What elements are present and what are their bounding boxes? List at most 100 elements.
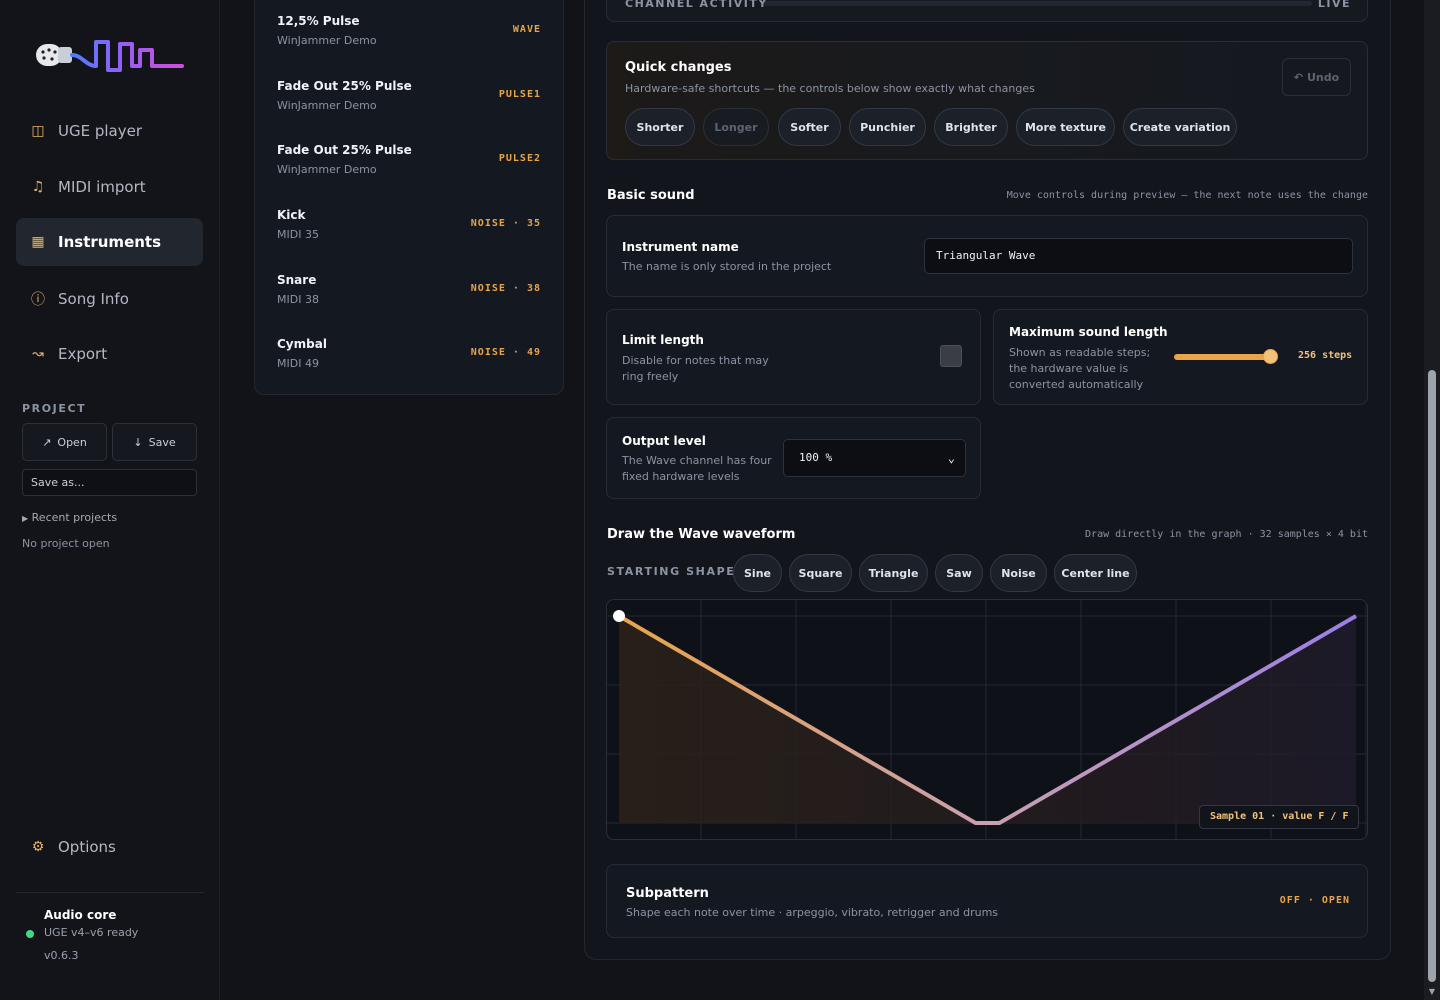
undo-button[interactable]: ↶ Undo <box>1282 58 1351 96</box>
gear-icon: ⚙ <box>31 839 45 855</box>
quick-changes: Quick changes Hardware-safe shortcuts — … <box>606 41 1368 160</box>
instrument-name-desc: The name is only stored in the project <box>622 260 832 273</box>
list-item[interactable]: Kick MIDI 35 NOISE · 35 <box>277 208 541 258</box>
brighter-button[interactable]: Brighter <box>934 108 1008 146</box>
subpattern-title: Subpattern <box>626 886 709 901</box>
longer-button[interactable]: Longer <box>703 108 769 146</box>
grid-icon: ▦ <box>31 234 45 250</box>
max-length-slider-track[interactable] <box>1174 354 1270 360</box>
nav-label: UGE player <box>58 122 143 140</box>
list-item[interactable]: Fade Out 25% Pulse WinJammer Demo PULSE1 <box>277 79 541 129</box>
instrument-source: WinJammer Demo <box>277 163 377 176</box>
starting-shape-label: STARTING SHAPE <box>607 565 736 578</box>
nav-song-info[interactable]: ⓘ Song Info <box>16 275 203 323</box>
shape-sine-button[interactable]: Sine <box>733 554 782 592</box>
open-arrow-icon: ↗ <box>42 435 52 449</box>
punchier-button[interactable]: Punchier <box>849 108 926 146</box>
status-dot <box>26 930 34 938</box>
quick-changes-title: Quick changes <box>625 60 732 75</box>
caret-right-icon: ▶ <box>22 514 29 523</box>
recent-projects-toggle[interactable]: ▶ Recent projects <box>22 511 117 524</box>
undo-label: Undo <box>1307 70 1340 84</box>
app-logo <box>36 40 184 72</box>
basic-sound-title: Basic sound <box>607 188 695 203</box>
open-button[interactable]: ↗ Open <box>22 423 107 461</box>
list-item[interactable]: Fade Out 25% Pulse WinJammer Demo PULSE2 <box>277 143 541 193</box>
nav-label: MIDI import <box>58 178 146 196</box>
wave-hint: Draw directly in the graph · 32 samples … <box>1085 529 1368 540</box>
softer-button[interactable]: Softer <box>778 108 841 146</box>
open-label: Open <box>57 435 87 449</box>
waveform-editor[interactable]: Sample 01 · value F / F <box>606 599 1368 840</box>
max-length-slider-thumb[interactable] <box>1263 349 1278 364</box>
export-icon: ↝ <box>32 346 44 362</box>
sidebar: ◫ UGE player ♫ MIDI import ▦ Instruments… <box>0 0 220 1000</box>
max-length-value: 256 steps <box>1298 350 1353 361</box>
no-project-text: No project open <box>22 537 110 550</box>
divider <box>16 892 204 893</box>
instrument-source: MIDI 49 <box>277 357 319 370</box>
shape-triangle-button[interactable]: Triangle <box>859 554 928 592</box>
list-item[interactable]: 12,5% Pulse WinJammer Demo WAVE <box>277 14 541 64</box>
max-length-desc: Shown as readable steps; the hardware va… <box>1009 346 1151 391</box>
instrument-name: 12,5% Pulse <box>277 14 360 28</box>
create-variation-button[interactable]: Create variation <box>1123 108 1237 146</box>
limit-length-desc: Disable for notes that may ring freely <box>622 354 769 383</box>
audio-core-status: UGE v4–v6 ready <box>44 926 139 939</box>
instrument-name-label: Instrument name <box>622 240 739 254</box>
channel-tag: NOISE · 38 <box>470 283 541 294</box>
channel-tag: PULSE1 <box>498 89 541 100</box>
nav-midi-import[interactable]: ♫ MIDI import <box>16 163 203 211</box>
nav-instruments[interactable]: ▦ Instruments <box>16 218 203 266</box>
instrument-name-card: Instrument name The name is only stored … <box>606 215 1368 297</box>
shorter-button[interactable]: Shorter <box>625 108 695 146</box>
more-texture-button[interactable]: More texture <box>1016 108 1115 146</box>
recent-label: Recent projects <box>31 511 118 524</box>
output-level-desc: The Wave channel has four fixed hardware… <box>622 454 772 483</box>
scrollbar-thumb[interactable] <box>1428 370 1436 982</box>
activity-label: CHANNEL ACTIVITY <box>625 0 768 10</box>
output-level-select[interactable]: 100 % ⌄ <box>783 439 966 477</box>
instrument-source: WinJammer Demo <box>277 99 377 112</box>
nav-label: Instruments <box>58 233 162 251</box>
undo-icon: ↶ <box>1293 70 1303 84</box>
shape-square-button[interactable]: Square <box>789 554 852 592</box>
nav-uge-player[interactable]: ◫ UGE player <box>16 107 203 155</box>
save-label: Save <box>148 435 176 449</box>
nav-export[interactable]: ↝ Export <box>16 330 203 378</box>
panels-icon: ◫ <box>31 123 45 139</box>
limit-length-label: Limit length <box>622 333 704 347</box>
list-item[interactable]: Cymbal MIDI 49 NOISE · 49 <box>277 337 541 387</box>
save-button[interactable]: ↓ Save <box>112 423 197 461</box>
shape-saw-button[interactable]: Saw <box>935 554 983 592</box>
channel-activity: CHANNEL ACTIVITY LIVE <box>606 0 1368 22</box>
nav-label: Export <box>58 345 108 363</box>
save-arrow-icon: ↓ <box>133 435 143 449</box>
output-level-card: Output level The Wave channel has four f… <box>606 417 981 499</box>
waveform-graph[interactable] <box>607 600 1368 840</box>
selected-sample-handle[interactable] <box>613 610 625 622</box>
limit-length-checkbox[interactable] <box>940 345 962 367</box>
instrument-source: MIDI 35 <box>277 228 319 241</box>
shape-noise-button[interactable]: Noise <box>990 554 1047 592</box>
subpattern-state: OFF · OPEN <box>1279 895 1350 906</box>
info-circle-icon: ⓘ <box>31 292 45 308</box>
basic-sound-hint: Move controls during preview — the next … <box>1006 190 1368 201</box>
music-note-icon: ♫ <box>31 179 45 195</box>
quick-changes-subtitle: Hardware-safe shortcuts — the controls b… <box>625 82 1035 95</box>
output-level-value: 100 % <box>799 451 833 464</box>
max-length-label: Maximum sound length <box>1009 325 1168 339</box>
subpattern-card[interactable]: Subpattern Shape each note over time · a… <box>606 864 1368 938</box>
instrument-list: 12,5% Pulse WinJammer Demo WAVE Fade Out… <box>254 0 564 395</box>
shape-center-line-button[interactable]: Center line <box>1054 554 1137 592</box>
channel-tag: NOISE · 49 <box>470 347 541 358</box>
instrument-name-input[interactable]: Triangular Wave <box>924 238 1353 274</box>
channel-tag: NOISE · 35 <box>470 218 541 229</box>
instrument-source: WinJammer Demo <box>277 34 377 47</box>
scroll-down-icon[interactable]: ▼ <box>1427 987 1437 997</box>
nav-options[interactable]: ⚙ Options <box>16 823 203 871</box>
list-item[interactable]: Snare MIDI 38 NOISE · 38 <box>277 273 541 323</box>
save-as-button[interactable]: Save as... <box>22 469 197 496</box>
subpattern-desc: Shape each note over time · arpeggio, vi… <box>626 906 999 919</box>
max-length-card: Maximum sound length Shown as readable s… <box>993 309 1368 405</box>
